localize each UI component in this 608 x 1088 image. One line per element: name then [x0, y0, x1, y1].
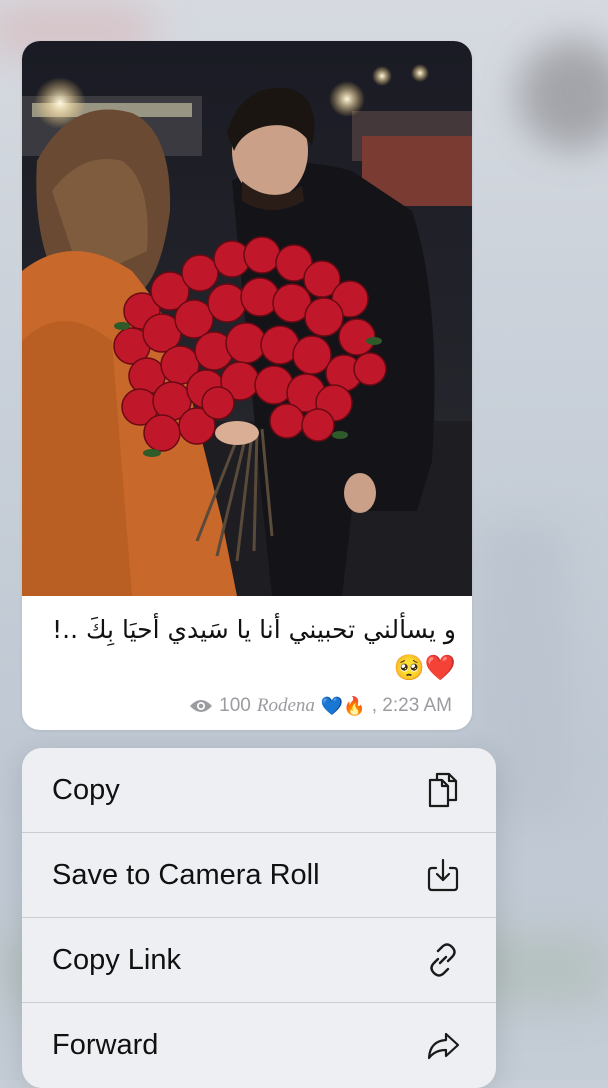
- menu-item-forward[interactable]: Forward: [22, 1003, 496, 1087]
- save-download-icon: [424, 856, 462, 894]
- message-photo[interactable]: [22, 41, 472, 596]
- eye-icon: [190, 700, 213, 712]
- message-time: , 2:23 AM: [371, 695, 452, 716]
- menu-item-label: Copy Link: [52, 943, 181, 976]
- view-count: 100: [219, 695, 251, 716]
- message-meta: 100 Rodena 💙🔥 , 2:23 AM: [189, 692, 452, 720]
- author-signature: Rodena: [256, 695, 315, 716]
- author-emoji: 💙🔥: [320, 695, 366, 716]
- menu-item-copy-link[interactable]: Copy Link: [22, 918, 496, 1002]
- message-caption: و يسألني تحبيني أنا يا سَيدي أحيَا بِكَ …: [52, 615, 456, 682]
- photo-couple-with-roses: [22, 41, 472, 596]
- menu-item-save-to-camera-roll[interactable]: Save to Camera Roll: [22, 833, 496, 917]
- menu-item-label: Copy: [52, 773, 120, 806]
- menu-item-label: Save to Camera Roll: [52, 858, 320, 891]
- message-bubble[interactable]: و يسألني تحبيني أنا يا سَيدي أحيَا بِكَ …: [22, 41, 472, 730]
- copy-icon: [424, 771, 462, 809]
- menu-item-copy[interactable]: Copy: [22, 748, 496, 832]
- link-icon: [424, 941, 462, 979]
- menu-item-label: Forward: [52, 1028, 159, 1061]
- forward-arrow-icon: [424, 1026, 462, 1064]
- context-menu: Copy Save to Camera Roll Copy Link Forwa…: [22, 748, 496, 1088]
